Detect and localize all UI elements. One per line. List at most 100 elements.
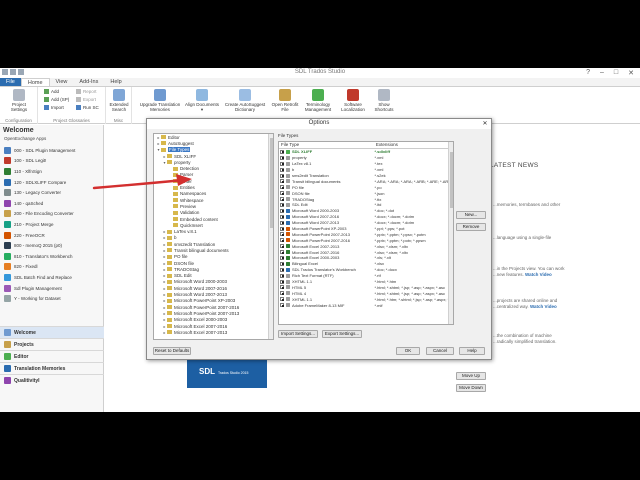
file-type-row[interactable]: PO file *.po — [279, 184, 453, 190]
file-type-row[interactable]: Microsoft Excel 2000-2003 *.xls; *.xlt — [279, 255, 453, 261]
ok-button[interactable]: OK — [396, 347, 420, 355]
file-type-row[interactable]: Adobe FrameMaker 8-13 MIF *.mif — [279, 302, 453, 308]
import-button[interactable]: Import — [44, 105, 64, 110]
help-icon[interactable]: ? — [586, 69, 590, 77]
maximize-icon[interactable]: □ — [614, 69, 618, 77]
file-type-row[interactable]: DSON file *.json — [279, 190, 453, 196]
app-list-item[interactable]: SDL Batch Find and Replace — [2, 272, 100, 283]
enabled-checkbox[interactable] — [280, 197, 284, 202]
tree-node[interactable]: ▸ Microsoft Excel 2007-2013 — [154, 329, 273, 335]
reset-defaults-button[interactable]: Reset to Defaults — [153, 347, 191, 355]
file-type-row[interactable]: HTML 4 *.html; *.shtml; *.jsp; *.asp; *.a… — [279, 290, 453, 296]
file-type-row[interactable]: Microsoft Word 2007-2016 *.docx; *.docm; … — [279, 214, 453, 220]
add-button[interactable]: Add — [44, 89, 59, 94]
report-button[interactable]: Report — [76, 89, 97, 94]
nav-projects[interactable]: Projects — [0, 338, 104, 350]
file-type-row[interactable]: HTML 5 *.html; *.shtml; *.jsp; *.asp; *.a… — [279, 284, 453, 290]
file-type-row[interactable]: Microsoft Excel 2007-2013 *.xlsx; *.xlsm;… — [279, 243, 453, 249]
enabled-checkbox[interactable] — [280, 226, 284, 231]
enabled-checkbox[interactable] — [280, 179, 284, 184]
file-type-row[interactable]: Microsoft PowerPoint XP-2003 *.ppt; *.pps… — [279, 226, 453, 232]
open-retrofit-button[interactable]: Open Retrofit File — [270, 89, 300, 112]
file-type-row[interactable]: SDL Edit *.itd — [279, 202, 453, 208]
help-button[interactable]: Help — [459, 347, 485, 355]
export-settings-button[interactable]: Export Settings... — [322, 330, 362, 338]
tab-view[interactable]: View — [50, 78, 74, 86]
app-list-item[interactable]: 000 - SDL Plugin Management — [2, 145, 100, 156]
enabled-checkbox[interactable] — [280, 297, 284, 302]
show-shortcuts-button[interactable]: Show Shortcuts — [370, 89, 398, 112]
file-type-row[interactable]: Bilingual Excel *.xlsx — [279, 261, 453, 267]
enabled-checkbox[interactable] — [280, 185, 284, 190]
app-list-item[interactable]: 210 - Project Merge — [2, 219, 100, 230]
app-list-item[interactable]: 810 - Translator's Workbench — [2, 251, 100, 262]
app-list-item[interactable]: 820 - Fixedl — [2, 262, 100, 273]
file-type-row[interactable]: Transit bilingual documents *.ARA; *.ARA;… — [279, 178, 453, 184]
upgrade-tm-button[interactable]: Upgrade Translation Memories — [136, 89, 184, 112]
enabled-checkbox[interactable] — [280, 244, 284, 249]
nav-translation-memories[interactable]: Translation Memories — [0, 362, 104, 374]
nav-editor[interactable]: Editor — [0, 350, 104, 362]
cancel-button[interactable]: Cancel — [426, 347, 454, 355]
file-type-row[interactable]: sms2edit Translation *.s2ek — [279, 173, 453, 179]
extended-search-button[interactable]: Extended Search — [107, 89, 131, 112]
tab-file[interactable]: File — [0, 78, 21, 86]
import-settings-button[interactable]: Import Settings... — [278, 330, 318, 338]
enabled-checkbox[interactable] — [280, 232, 284, 237]
app-list-item[interactable]: 110 - XlfnSign — [2, 166, 100, 177]
list-scrollbar[interactable] — [448, 142, 453, 324]
software-localization-button[interactable]: Software Localization — [338, 89, 368, 112]
watch-video-link[interactable]: Watch Video — [525, 272, 552, 277]
file-type-row[interactable]: XHTML 1.1 *.html; *.htm — [279, 279, 453, 285]
close-icon[interactable]: ✕ — [480, 120, 490, 128]
enabled-checkbox[interactable] — [280, 214, 284, 219]
enabled-checkbox[interactable] — [280, 149, 284, 154]
scrollbar-thumb[interactable] — [450, 152, 453, 208]
tab-home[interactable]: Home — [20, 78, 50, 86]
enabled-checkbox[interactable] — [280, 173, 284, 178]
app-list-item[interactable]: 120 - SDLXLIFF Compare — [2, 177, 100, 188]
file-type-row[interactable]: XHTML 1.1 *.html; *.htm; *.shtml; *.jsp; … — [279, 296, 453, 302]
enabled-checkbox[interactable] — [280, 255, 284, 260]
enabled-checkbox[interactable] — [280, 303, 284, 308]
file-type-row[interactable]: Rich Text Format (RTF) *.rtf — [279, 273, 453, 279]
enabled-checkbox[interactable] — [280, 285, 284, 290]
tab-add-ins[interactable]: Add-Ins — [73, 78, 104, 86]
terminology-management-button[interactable]: Terminology Management — [300, 89, 336, 112]
enabled-checkbox[interactable] — [280, 267, 284, 272]
remove-button[interactable]: Remove — [456, 223, 486, 231]
enabled-checkbox[interactable] — [280, 208, 284, 213]
minimize-icon[interactable]: – — [600, 69, 604, 77]
close-icon[interactable]: ✕ — [628, 69, 634, 77]
add-sp-button[interactable]: Add (SP) — [44, 97, 69, 102]
enabled-checkbox[interactable] — [280, 273, 284, 278]
app-list-item[interactable]: 140 - qaSched — [2, 198, 100, 209]
file-type-row[interactable]: LaTex v8.1 *.tex — [279, 161, 453, 167]
file-type-row[interactable]: Microsoft PowerPoint 2007-2013 *.pptx; *.… — [279, 231, 453, 237]
app-list-item[interactable]: 220 - FreeOCR — [2, 230, 100, 241]
enabled-checkbox[interactable] — [280, 155, 284, 160]
app-list-item[interactable]: Sdl Plugin Management — [2, 283, 100, 294]
watch-video-link[interactable]: Watch Video — [530, 304, 557, 309]
enabled-checkbox[interactable] — [280, 250, 284, 255]
file-type-row[interactable]: Microsoft Word 2000-2003 *.doc; *.dot — [279, 208, 453, 214]
tab-help[interactable]: Help — [104, 78, 127, 86]
align-documents-button[interactable]: Align Documents ▾ — [184, 89, 220, 112]
scrollbar-thumb[interactable] — [270, 138, 273, 228]
tree-scrollbar[interactable] — [268, 134, 273, 339]
enabled-checkbox[interactable] — [280, 202, 284, 207]
enabled-checkbox[interactable] — [280, 261, 284, 266]
enabled-checkbox[interactable] — [280, 279, 284, 284]
enabled-checkbox[interactable] — [280, 191, 284, 196]
file-type-row[interactable]: Microsoft PowerPoint 2007-2016 *.pptx; *.… — [279, 237, 453, 243]
nav-qualitivity[interactable]: QualitivityI — [0, 374, 104, 386]
enabled-checkbox[interactable] — [280, 161, 284, 166]
move-up-button[interactable]: Move Up — [456, 372, 486, 380]
run-sc-button[interactable]: Run SC — [76, 105, 99, 110]
file-type-row[interactable]: Microsoft Word 2007-2013 *.docx; *.docm; … — [279, 220, 453, 226]
file-type-row[interactable]: Microsoft Excel 2007-2016 *.xlsx; *.xlsm;… — [279, 249, 453, 255]
enabled-checkbox[interactable] — [280, 291, 284, 296]
create-autosuggest-button[interactable]: Create AutoSuggest Dictionary — [220, 89, 270, 112]
move-down-button[interactable]: Move Down — [456, 384, 486, 392]
app-list-item[interactable]: 130 - Legacy Converter — [2, 187, 100, 198]
